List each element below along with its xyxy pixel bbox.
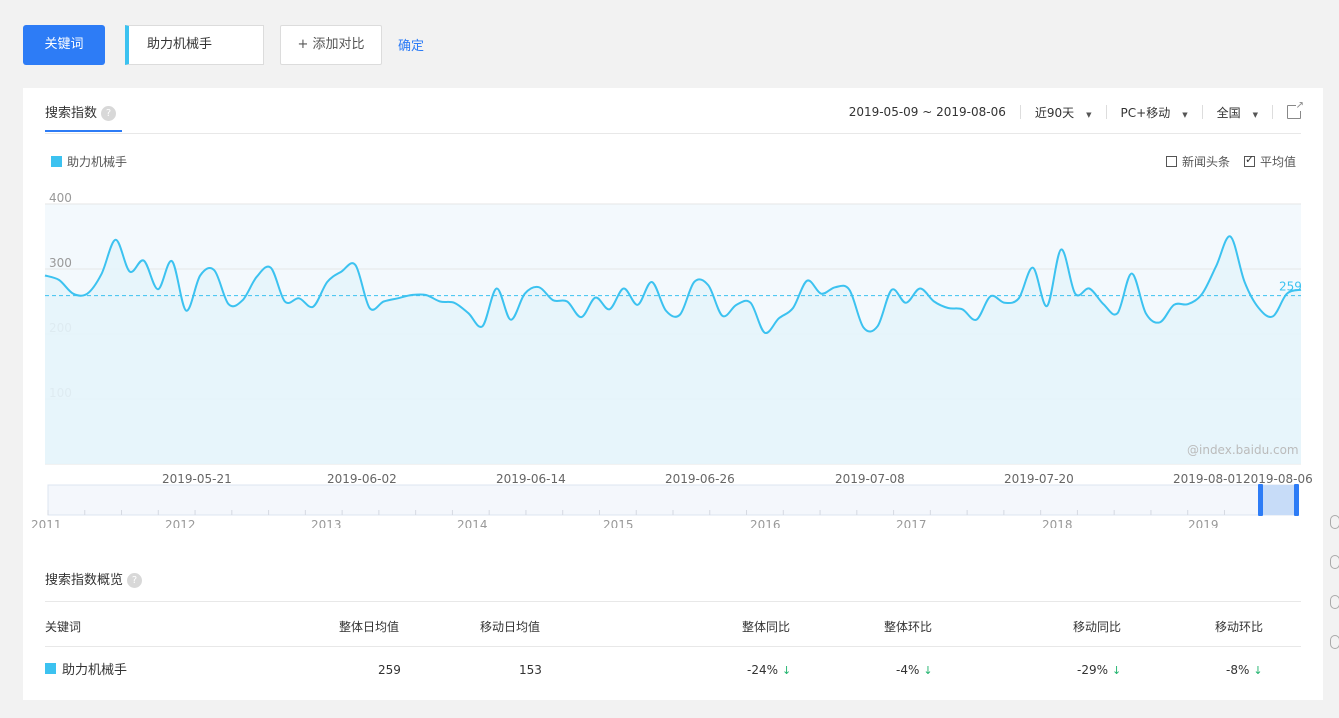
overall-yoy-cell: -24% ↓ [747,663,791,677]
keyword-input[interactable]: 助力机械手 [125,25,264,65]
side-toolbar [1330,515,1339,675]
news-checkbox[interactable]: 新闻头条 [1165,153,1230,170]
mobile-yoy-value: -29% [1077,663,1109,677]
average-label: 259 [1279,280,1302,294]
x-tick-label: 2019-06-26 [665,472,735,486]
add-compare-button[interactable]: + 添加对比 [280,25,382,65]
arrow-down-icon: ↓ [782,664,792,677]
arrow-down-icon: ↓ [1112,664,1122,677]
year-label: 2014 [457,518,488,528]
y-tick-label: 400 [49,191,72,205]
row-keyword: 助力机械手 [45,659,127,678]
year-label: 2012 [165,518,196,528]
device-select[interactable]: PC+移动 ▼ [1121,104,1188,121]
mobile-yoy-cell: -29% ↓ [1077,663,1121,677]
y-tick-label: 300 [49,256,72,270]
confirm-link[interactable]: 确定 [398,35,424,54]
region-select[interactable]: 全国 ▼ [1217,104,1258,121]
year-label: 2015 [603,518,634,528]
mobile-mom-value: -8% [1226,663,1250,677]
date-range[interactable]: 2019-05-09 ~ 2019-08-06 [849,105,1006,119]
arrow-down-icon: ↓ [1253,664,1263,677]
x-tick-label: 2019-08-01 [1173,472,1243,486]
tab-title-label: 搜索指数 [45,106,98,121]
year-label: 2019 [1188,518,1219,528]
mobile-mom-cell: -8% ↓ [1226,663,1263,677]
range-handle-right [1294,484,1299,516]
overview-title: 搜索指数概览? [45,569,143,588]
average-label: 平均值 [1259,155,1296,169]
device-label: PC+移动 [1120,105,1171,120]
watermark: @index.baidu.com [1187,443,1299,457]
x-tick-label: 2019-06-02 [327,472,397,486]
year-label: 2017 [896,518,927,528]
overall-mom-cell: -4% ↓ [896,663,933,677]
top-bar: 关键词 助力机械手 + 添加对比 确定 [0,0,1339,88]
year-label: 2011 [31,518,62,528]
share-icon[interactable] [1330,555,1339,569]
divider [1105,105,1107,119]
table-header: 关键词 整体日均值 移动日均值 整体同比 整体环比 移动同比 移动环比 [45,601,1301,647]
x-tick-label: 2019-07-08 [835,472,905,486]
keyword-button[interactable]: 关键词 [23,25,105,65]
year-label: 2016 [750,518,781,528]
info-icon[interactable] [1330,635,1339,649]
col-mobile-yoy: 移动同比 [1073,620,1122,634]
card-header: 搜索指数? 2019-05-09 ~ 2019-08-06 近90天 ▼ PC+移… [45,88,1304,134]
overview-table: 关键词 整体日均值 移动日均值 整体同比 整体环比 移动同比 移动环比 助力机械… [45,601,1301,693]
table-row: 助力机械手 259 153 -24% ↓ -4% ↓ -29% ↓ -8% ↓ [45,647,1301,693]
tab-search-index[interactable]: 搜索指数? [45,102,123,132]
overall-avg-value: 259 [378,663,401,677]
overall-mom-value: -4% [896,663,920,677]
year-label: 2018 [1042,518,1073,528]
news-label: 新闻头条 [1181,155,1230,169]
help-icon[interactable]: ? [127,573,143,588]
legend-swatch [51,156,62,167]
x-tick-label: 2019-07-20 [1004,472,1074,486]
col-overall-mom: 整体环比 [884,620,933,634]
checkbox-checked-icon [1243,153,1255,167]
caret-down-icon: ▼ [1182,110,1188,119]
divider [1019,105,1021,119]
divider [1272,105,1273,119]
search-index-chart[interactable]: 400300200100259@index.baidu.com2019-05-2… [23,188,1323,528]
caret-down-icon: ▼ [1086,110,1092,119]
caret-down-icon: ▼ [1252,110,1258,119]
period-label: 近90天 [1034,105,1075,120]
chart-legend[interactable]: 助力机械手 [51,153,127,170]
period-select[interactable]: 近90天 ▼ [1035,104,1092,121]
range-handle-left [1258,484,1263,516]
range-selection [1259,485,1296,515]
external-link-icon[interactable] [1287,100,1304,119]
col-overall-yoy: 整体同比 [742,620,791,634]
help-icon[interactable]: ? [101,106,117,121]
overview-title-label: 搜索指数概览 [45,573,124,588]
col-mobile-mom: 移动环比 [1215,620,1264,634]
col-overall-avg: 整体日均值 [339,620,400,634]
divider [1201,105,1203,119]
keyword-swatch [45,663,56,674]
legend-label: 助力机械手 [67,155,128,169]
year-label: 2013 [311,518,342,528]
average-checkbox[interactable]: 平均值 [1243,153,1296,170]
col-mobile-avg: 移动日均值 [480,620,541,634]
filter-bar: 2019-05-09 ~ 2019-08-06 近90天 ▼ PC+移动 ▼ 全国 ▼ [849,100,1304,121]
x-tick-label: 2019-06-14 [496,472,566,486]
x-tick-label: 2019-08-06 [1243,472,1313,486]
region-label: 全国 [1216,105,1241,120]
like-icon[interactable] [1330,515,1339,529]
chart-options: 新闻头条 平均值 [1152,153,1296,170]
search-index-card: 搜索指数? 2019-05-09 ~ 2019-08-06 近90天 ▼ PC+移… [23,88,1323,700]
arrow-down-icon: ↓ [923,664,933,677]
x-tick-label: 2019-05-21 [162,472,232,486]
star-icon[interactable] [1330,595,1339,609]
checkbox-icon [1165,156,1177,167]
mobile-avg-value: 153 [519,663,542,677]
overall-yoy-value: -24% [747,663,779,677]
col-keyword: 关键词 [45,620,82,634]
row-keyword-label: 助力机械手 [62,663,128,678]
